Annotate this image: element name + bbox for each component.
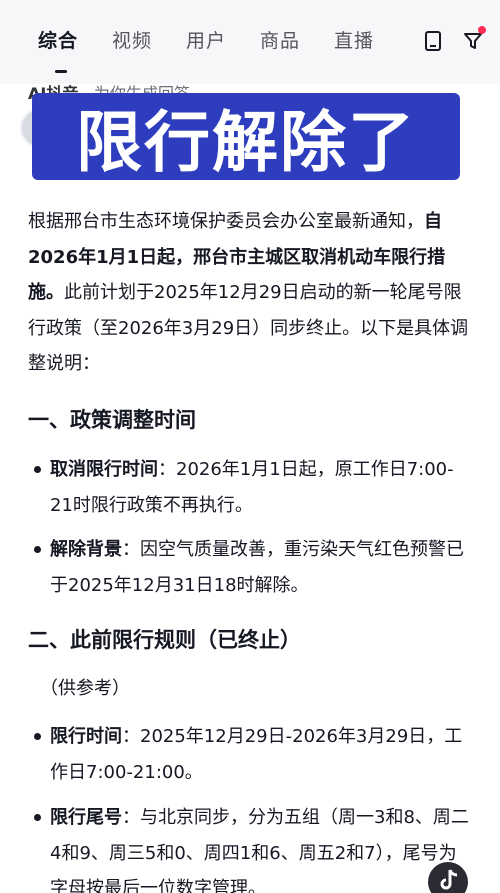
tab-products[interactable]: 商品: [260, 26, 334, 53]
notification-dot: [478, 26, 486, 34]
item-label: 取消限行时间: [50, 459, 158, 480]
list-item: 限行时间：2025年12月29日-2026年3月29日，工作日7:00-21:0…: [34, 719, 474, 790]
bullet-dot: [34, 466, 41, 473]
tab-list: 综合 视频 用户 商品 直播: [38, 26, 408, 53]
item-label: 限行时间: [50, 726, 122, 747]
tab-comprehensive[interactable]: 综合: [38, 26, 112, 53]
active-tab-indicator: [55, 70, 67, 73]
bullet-dot: [34, 546, 41, 553]
reference-note: （供参考）: [40, 678, 130, 699]
douyin-logo-icon[interactable]: [428, 862, 468, 893]
item-label: 限行尾号: [50, 807, 122, 828]
bullet-dot: [34, 733, 41, 740]
intro-paragraph: 根据邢台市生态环境保护委员会办公室最新通知，自2026年1月1日起，邢台市主城区…: [28, 204, 476, 382]
tablet-icon[interactable]: [422, 30, 444, 52]
filter-icon[interactable]: [462, 26, 486, 52]
section-heading-2: 二、此前限行规则（已终止）: [28, 628, 301, 652]
tab-users[interactable]: 用户: [186, 26, 260, 53]
banner-text: 限行解除了: [76, 103, 416, 181]
list-item: 限行尾号：与北京同步，分为五组（周一3和8、周二4和9、周三5和0、周四1和6、…: [34, 800, 474, 893]
intro-text-1: 根据邢台市生态环境保护委员会办公室最新通知，: [28, 211, 424, 232]
search-tab-bar: 综合 视频 用户 商品 直播: [0, 0, 500, 84]
headline-banner: 限行解除了: [32, 93, 460, 181]
item-label: 解除背景: [50, 539, 122, 560]
list-item: 取消限行时间：2026年1月1日起，原工作日7:00-21时限行政策不再执行。: [34, 452, 474, 523]
tab-live[interactable]: 直播: [334, 26, 408, 53]
bullet-dot: [34, 814, 41, 821]
tab-video[interactable]: 视频: [112, 26, 186, 53]
intro-text-2: 此前计划于2025年12月29日启动的新一轮尾号限行政策（至2026年3月29日…: [28, 282, 469, 374]
list-item: 解除背景：因空气质量改善，重污染天气红色预警已于2025年12月31日18时解除…: [34, 532, 474, 603]
section-heading-1: 一、政策调整时间: [28, 408, 196, 432]
